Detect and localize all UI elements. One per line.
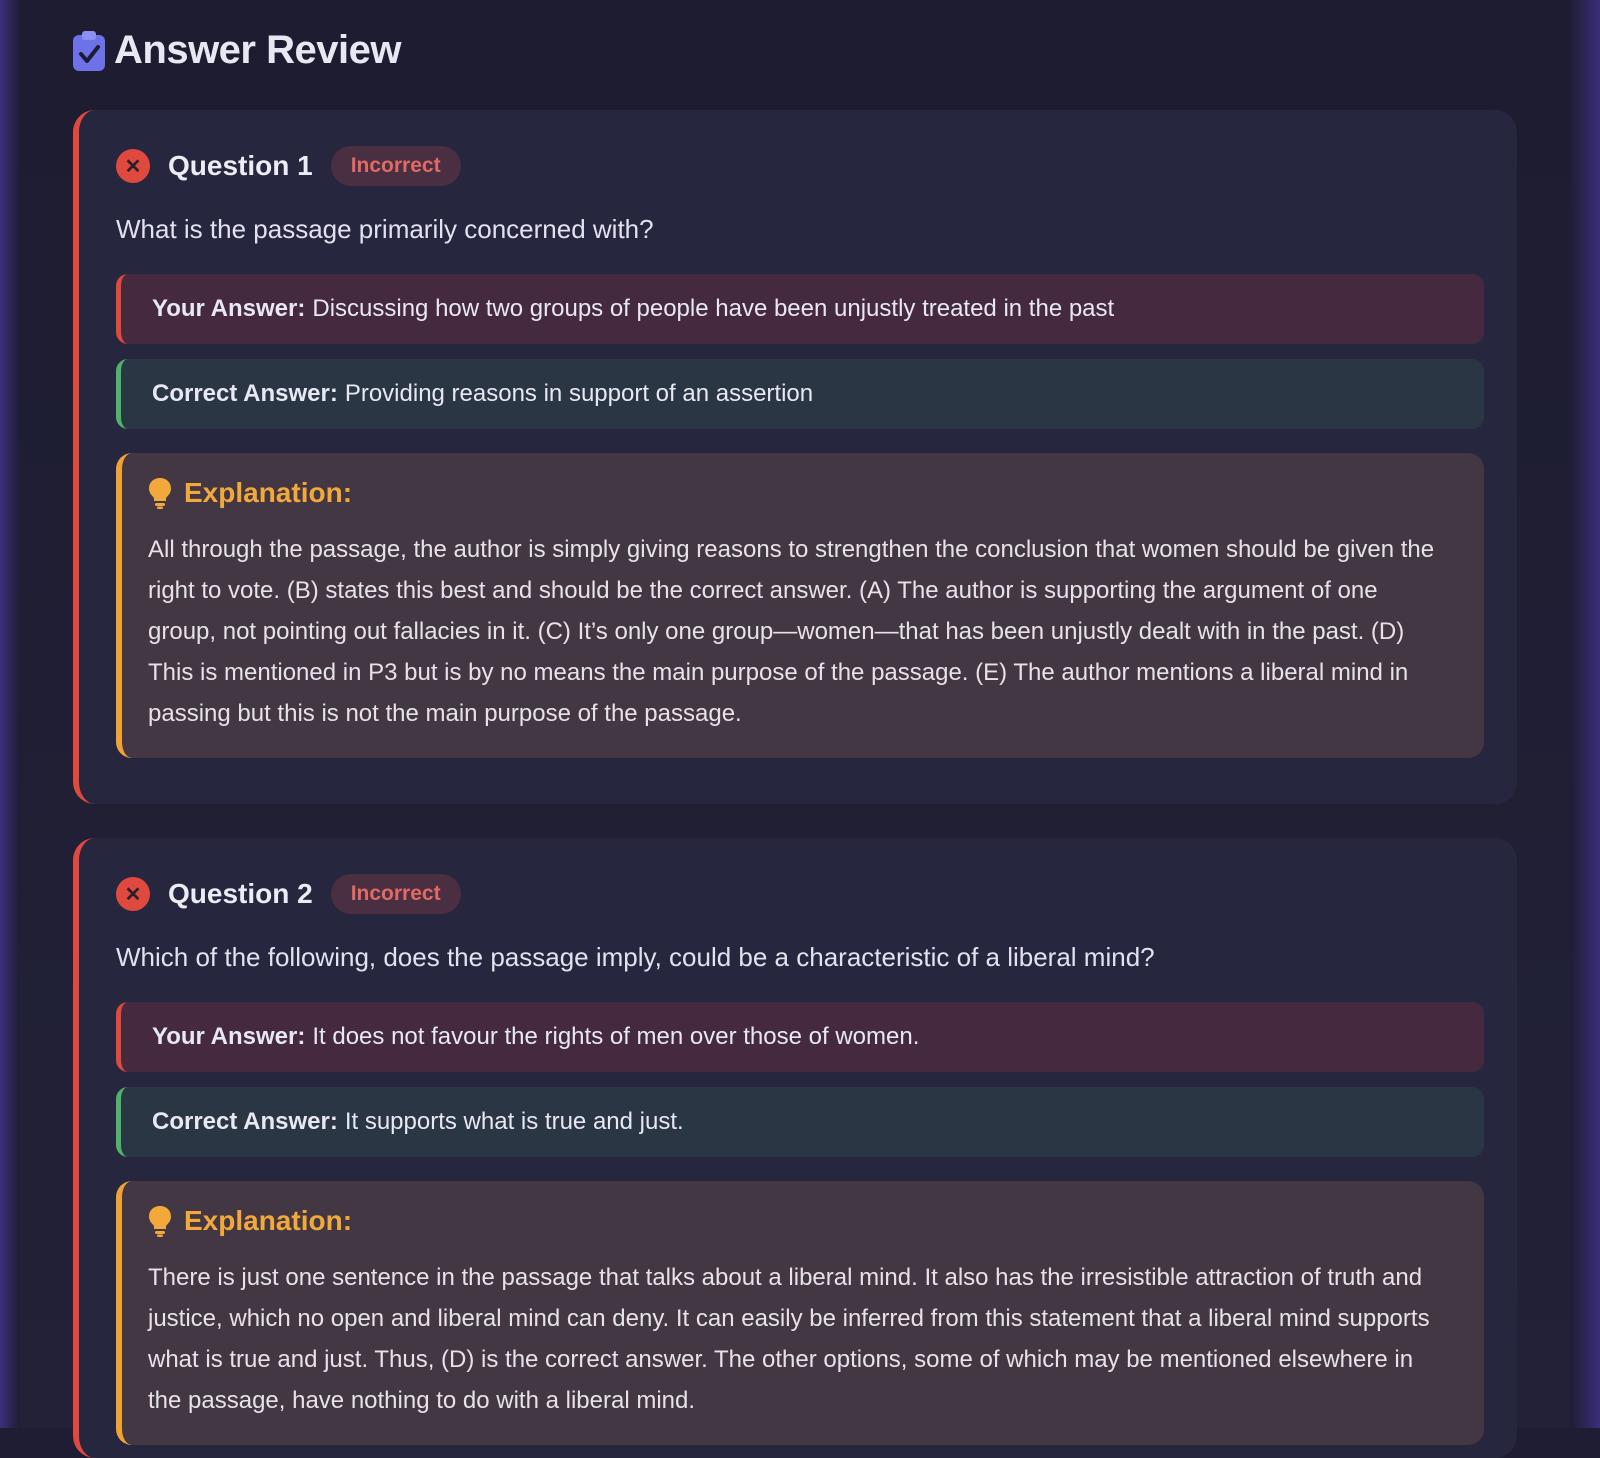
explanation-title: Explanation: xyxy=(184,477,353,508)
your-answer-box: Your Answer: Discussing how two groups o… xyxy=(116,274,1484,344)
status-badge: Incorrect xyxy=(330,874,461,914)
your-answer-text: It does not favour the rights of men ove… xyxy=(312,1023,920,1050)
explanation-header: Explanation: xyxy=(148,477,1448,509)
explanation-header: Explanation: xyxy=(148,1205,1448,1237)
question-header: ✕ Question 1 Incorrect xyxy=(116,146,461,186)
correct-answer-text: Providing reasons in support of an asser… xyxy=(344,380,814,407)
window-edge-right xyxy=(1570,0,1600,1428)
close-icon: ✕ xyxy=(116,877,150,911)
correct-answer-text: It supports what is true and just. xyxy=(344,1108,684,1135)
correct-answer-label: Correct Answer: xyxy=(152,380,338,407)
correct-answer-label: Correct Answer: xyxy=(152,1108,338,1135)
question-text: What is the passage primarily concerned … xyxy=(116,214,654,244)
clipboard-check-icon xyxy=(73,30,105,71)
app-window: Answer Review ✕ Question 1 Incorrect Wha… xyxy=(0,0,1600,1458)
page-title: Answer Review xyxy=(114,28,401,72)
status-badge: Incorrect xyxy=(330,146,461,186)
question-header: ✕ Question 2 Incorrect xyxy=(116,874,461,914)
correct-answer-box: Correct Answer: Providing reasons in sup… xyxy=(116,359,1484,429)
your-answer-box: Your Answer: It does not favour the righ… xyxy=(116,1002,1484,1072)
explanation-text: All through the passage, the author is s… xyxy=(148,536,1435,727)
question-card: ✕ Question 2 Incorrect Which of the foll… xyxy=(73,838,1517,1458)
your-answer-text: Discussing how two groups of people have… xyxy=(312,295,1115,322)
explanation-box: Explanation: All through the passage, th… xyxy=(116,453,1484,758)
your-answer-label: Your Answer: xyxy=(152,295,306,322)
window-edge-left xyxy=(0,0,20,1428)
question-title: Question 2 xyxy=(168,878,313,909)
explanation-title: Explanation: xyxy=(184,1205,353,1236)
correct-answer-box: Correct Answer: It supports what is true… xyxy=(116,1087,1484,1157)
explanation-box: Explanation: There is just one sentence … xyxy=(116,1181,1484,1445)
lightbulb-icon xyxy=(149,478,171,509)
lightbulb-icon xyxy=(149,1206,171,1237)
your-answer-label: Your Answer: xyxy=(152,1023,306,1050)
question-title: Question 1 xyxy=(168,150,313,181)
close-icon: ✕ xyxy=(116,149,150,183)
question-text: Which of the following, does the passage… xyxy=(116,942,1155,972)
question-card: ✕ Question 1 Incorrect What is the passa… xyxy=(73,110,1517,804)
page-header: Answer Review xyxy=(72,28,401,73)
explanation-text: There is just one sentence in the passag… xyxy=(148,1264,1430,1414)
